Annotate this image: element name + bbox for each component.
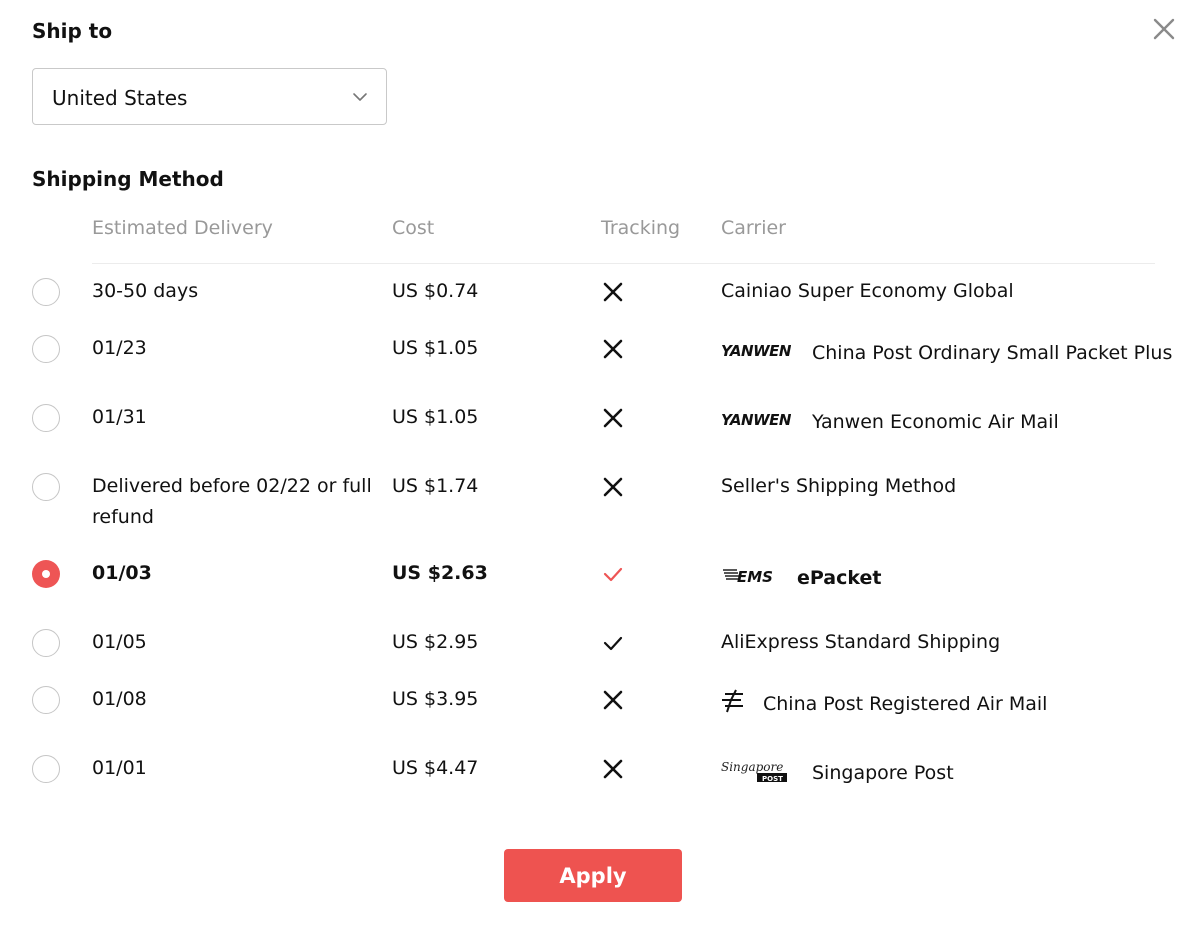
radio-button[interactable] — [32, 686, 60, 714]
shipping-cost: US $3.95 — [392, 688, 479, 710]
svg-text:YANWEN: YANWEN — [721, 411, 791, 429]
radio-button[interactable] — [32, 335, 60, 363]
radio-button[interactable] — [32, 755, 60, 783]
ship-to-title: Ship to — [32, 19, 113, 43]
yanwen-logo: YANWEN — [721, 342, 791, 360]
carrier-name: Singapore Post — [812, 762, 954, 784]
x-icon — [603, 282, 623, 302]
radio-button[interactable] — [32, 473, 60, 501]
carrier-name: China Post Ordinary Small Packet Plus — [812, 342, 1173, 364]
header-divider — [92, 263, 1155, 264]
china-post-logo — [722, 689, 743, 713]
carrier-name: China Post Registered Air Mail — [763, 693, 1048, 715]
radio-button[interactable] — [32, 629, 60, 657]
shipping-cost: US $2.63 — [392, 562, 488, 584]
ems-logo: EMS — [723, 568, 773, 586]
estimated-delivery: 01/05 — [92, 631, 147, 653]
yanwen-logo: YANWEN — [721, 411, 791, 429]
x-icon — [603, 339, 623, 359]
estimated-delivery: 01/31 — [92, 406, 147, 428]
radio-button[interactable] — [32, 278, 60, 306]
carrier-name: Seller's Shipping Method — [721, 475, 957, 497]
country-select-value: United States — [52, 86, 188, 110]
carrier-name: ePacket — [797, 567, 882, 589]
x-icon — [603, 408, 623, 428]
estimated-delivery: 30-50 days — [92, 280, 199, 302]
country-select[interactable]: United States — [32, 68, 387, 125]
carrier-name: Yanwen Economic Air Mail — [812, 411, 1059, 433]
carrier-name: Cainiao Super Economy Global — [721, 280, 1014, 302]
carrier-name: AliExpress Standard Shipping — [721, 631, 1001, 653]
shipping-cost: US $2.95 — [392, 631, 479, 653]
column-header-tracking: Tracking — [601, 217, 681, 239]
estimated-delivery: 01/23 — [92, 337, 147, 359]
svg-text:YANWEN: YANWEN — [721, 342, 791, 360]
check-icon — [603, 636, 623, 651]
shipping-cost: US $1.05 — [392, 406, 479, 428]
column-header-estimated-delivery: Estimated Delivery — [92, 217, 273, 239]
estimated-delivery: 01/03 — [92, 562, 152, 584]
svg-text:EMS: EMS — [737, 568, 773, 586]
close-icon — [1153, 18, 1175, 40]
radio-button[interactable] — [32, 404, 60, 432]
chevron-down-icon — [353, 93, 367, 101]
close-button[interactable] — [1151, 16, 1177, 42]
x-icon — [603, 759, 623, 779]
check-icon — [603, 567, 623, 582]
x-icon — [603, 690, 623, 710]
column-header-cost: Cost — [392, 217, 435, 239]
shipping-cost: US $4.47 — [392, 757, 479, 779]
radio-button-selected[interactable] — [32, 560, 60, 588]
shipping-method-title: Shipping Method — [32, 167, 224, 191]
shipping-cost: US $0.74 — [392, 280, 479, 302]
x-icon — [603, 477, 623, 497]
shipping-cost: US $1.05 — [392, 337, 479, 359]
column-header-carrier: Carrier — [721, 217, 786, 239]
singapore-post-logo: SingaporePOST — [721, 760, 787, 783]
svg-text:POST: POST — [762, 775, 783, 783]
estimated-delivery: 01/01 — [92, 757, 147, 779]
apply-button[interactable]: Apply — [504, 849, 682, 902]
estimated-delivery: 01/08 — [92, 688, 147, 710]
estimated-delivery: Delivered before 02/22 or full refund — [92, 475, 372, 528]
shipping-cost: US $1.74 — [392, 475, 479, 497]
svg-text:Singapore: Singapore — [721, 760, 783, 774]
